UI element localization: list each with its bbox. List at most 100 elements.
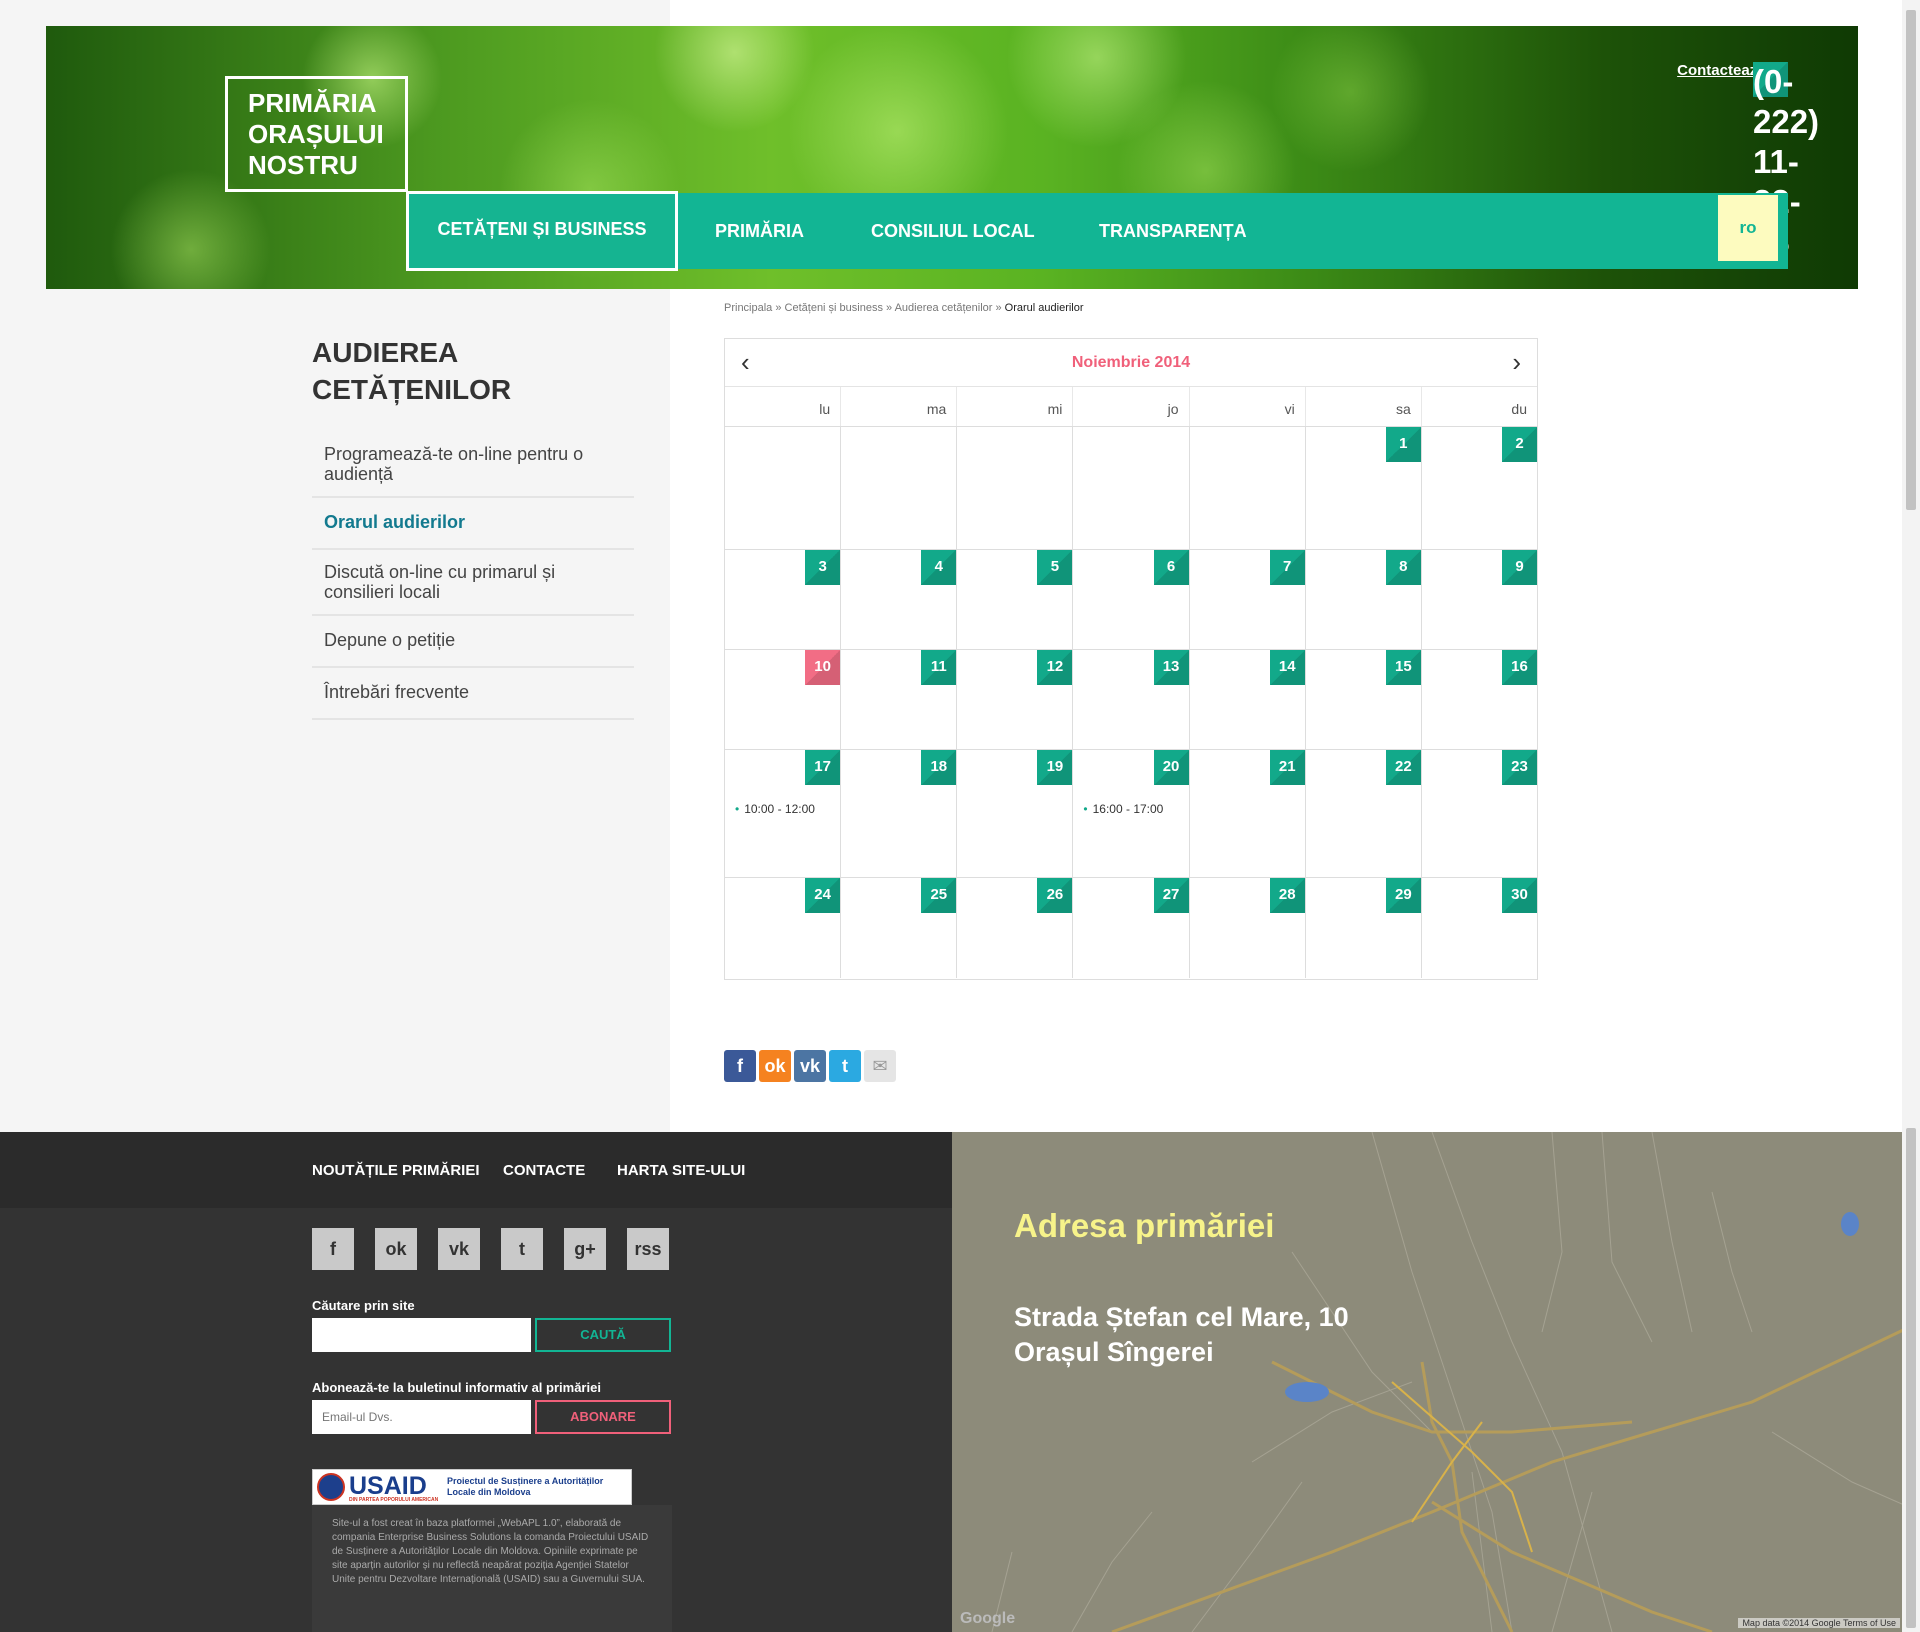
usaid-logo[interactable]: USAID DIN PARTEA POPORULUI AMERICAN Proi… [312,1469,632,1505]
day-number[interactable]: 30 [1501,878,1537,913]
calendar-day[interactable]: 27 [1073,878,1190,978]
calendar-day[interactable]: 14 [1190,650,1306,749]
day-number[interactable]: 12 [1037,650,1073,685]
calendar-day[interactable]: 25 [841,878,958,978]
vk-icon[interactable]: vk [794,1050,826,1082]
rss-icon[interactable]: rss [627,1228,669,1270]
calendar-day[interactable]: 23 [1422,750,1537,877]
calendar-event[interactable]: 16:00 - 17:00 [1083,802,1164,816]
day-number[interactable]: 29 [1385,878,1421,913]
footer-link-noutati[interactable]: NOUTĂȚILE PRIMĂRIEI [312,1162,480,1179]
calendar-day[interactable]: 8 [1306,550,1422,649]
email-icon[interactable]: ✉ [864,1050,896,1082]
calendar-day[interactable]: 29 [1306,878,1422,978]
day-number[interactable]: 25 [921,878,957,913]
calendar-day[interactable]: 10 [725,650,842,749]
calendar-day[interactable]: 18 [841,750,958,877]
sidebar-item-petitie[interactable]: Depune o petiție [312,616,634,668]
sidebar-item-orarul[interactable]: Orarul audierilor [312,498,634,550]
nav-item-consiliul[interactable]: CONSILIUL LOCAL [871,193,1035,269]
calendar-day[interactable]: 6 [1073,550,1190,649]
calendar-day[interactable]: 2 [1422,427,1537,549]
calendar-day[interactable]: 7 [1190,550,1306,649]
calendar-day[interactable]: 24 [725,878,842,978]
day-number[interactable]: 22 [1385,750,1421,785]
sidebar-item-programeaza[interactable]: Programează-te on-line pentru o audiență [312,432,634,498]
calendar-day[interactable] [1073,427,1190,549]
subscribe-button[interactable]: ABONARE [535,1400,671,1434]
vk-icon[interactable]: vk [438,1228,480,1270]
calendar-day[interactable]: 21 [1190,750,1306,877]
calendar-day[interactable]: 5 [957,550,1074,649]
day-number[interactable]: 26 [1037,878,1073,913]
calendar-event[interactable]: 10:00 - 12:00 [735,802,815,816]
day-number[interactable]: 8 [1385,550,1421,585]
day-number[interactable]: 18 [921,750,957,785]
scrollbar-thumb[interactable] [1906,10,1916,510]
calendar-day[interactable]: 20 16:00 - 17:00 [1073,750,1190,877]
language-switcher[interactable]: ro [1718,195,1778,261]
day-number[interactable]: 7 [1269,550,1305,585]
calendar-day[interactable]: 11 [841,650,958,749]
twitter-icon[interactable]: t [829,1050,861,1082]
day-number[interactable]: 13 [1153,650,1189,685]
search-input[interactable] [312,1318,531,1352]
day-number[interactable]: 15 [1385,650,1421,685]
calendar-day[interactable]: 9 [1422,550,1537,649]
map[interactable]: Adresa primăriei Strada Ștefan cel Mare,… [952,1132,1920,1632]
calendar-day[interactable]: 17 10:00 - 12:00 [725,750,842,877]
breadcrumb-path[interactable]: Principala » Cetățeni și business » Audi… [724,302,1005,314]
calendar-day[interactable]: 19 [957,750,1074,877]
search-button[interactable]: CAUTĂ [535,1318,671,1352]
chevron-right-icon[interactable]: › [1512,349,1521,375]
page-scrollbar[interactable] [1902,0,1920,1632]
calendar-day[interactable]: 1 [1306,427,1422,549]
day-number[interactable]: 6 [1153,550,1189,585]
calendar-day[interactable]: 28 [1190,878,1306,978]
site-logo[interactable]: PRIMĂRIA ORAȘULUI NOSTRU [225,76,408,192]
day-number[interactable]: 16 [1501,650,1537,685]
odnoklassniki-icon[interactable]: ok [375,1228,417,1270]
odnoklassniki-icon[interactable]: ok [759,1050,791,1082]
day-number[interactable]: 14 [1269,650,1305,685]
google-plus-icon[interactable]: g+ [564,1228,606,1270]
calendar-day[interactable]: 13 [1073,650,1190,749]
day-number[interactable]: 11 [921,650,957,685]
day-number[interactable]: 24 [805,878,841,913]
calendar-day[interactable]: 12 [957,650,1074,749]
calendar-day[interactable] [725,427,842,549]
calendar-day[interactable] [957,427,1074,549]
calendar-day[interactable] [841,427,958,549]
footer-link-harta[interactable]: HARTA SITE-ULUI [617,1162,745,1179]
day-number[interactable]: 19 [1037,750,1073,785]
facebook-icon[interactable]: f [312,1228,354,1270]
day-number[interactable]: 2 [1501,427,1537,462]
day-number[interactable]: 5 [1037,550,1073,585]
day-number[interactable]: 23 [1501,750,1537,785]
calendar-day[interactable]: 22 [1306,750,1422,877]
scrollbar-thumb[interactable] [1906,1128,1916,1628]
facebook-icon[interactable]: f [724,1050,756,1082]
twitter-icon[interactable]: t [501,1228,543,1270]
day-number[interactable]: 20 [1153,750,1189,785]
calendar-day[interactable] [1190,427,1306,549]
day-number[interactable]: 1 [1385,427,1421,462]
email-field[interactable] [312,1400,531,1434]
day-number[interactable]: 4 [921,550,957,585]
footer-link-contacte[interactable]: CONTACTE [503,1162,585,1179]
day-number[interactable]: 28 [1269,878,1305,913]
calendar-day[interactable]: 26 [957,878,1074,978]
day-number[interactable]: 3 [805,550,841,585]
nav-item-cetateni[interactable]: CETĂȚENI ȘI BUSINESS [406,191,678,271]
calendar-day[interactable]: 30 [1422,878,1537,978]
map-credit[interactable]: Map data ©2014 Google Terms of Use [1738,1618,1900,1628]
calendar-day[interactable]: 15 [1306,650,1422,749]
day-number[interactable]: 10 [805,650,841,685]
nav-item-primaria[interactable]: PRIMĂRIA [715,193,804,269]
day-number[interactable]: 17 [805,750,841,785]
sidebar-item-discuta[interactable]: Discută on-line cu primarul și consilier… [312,550,634,616]
sidebar-item-intrebari[interactable]: Întrebări frecvente [312,668,634,720]
day-number[interactable]: 9 [1501,550,1537,585]
day-number[interactable]: 27 [1153,878,1189,913]
day-number[interactable]: 21 [1269,750,1305,785]
